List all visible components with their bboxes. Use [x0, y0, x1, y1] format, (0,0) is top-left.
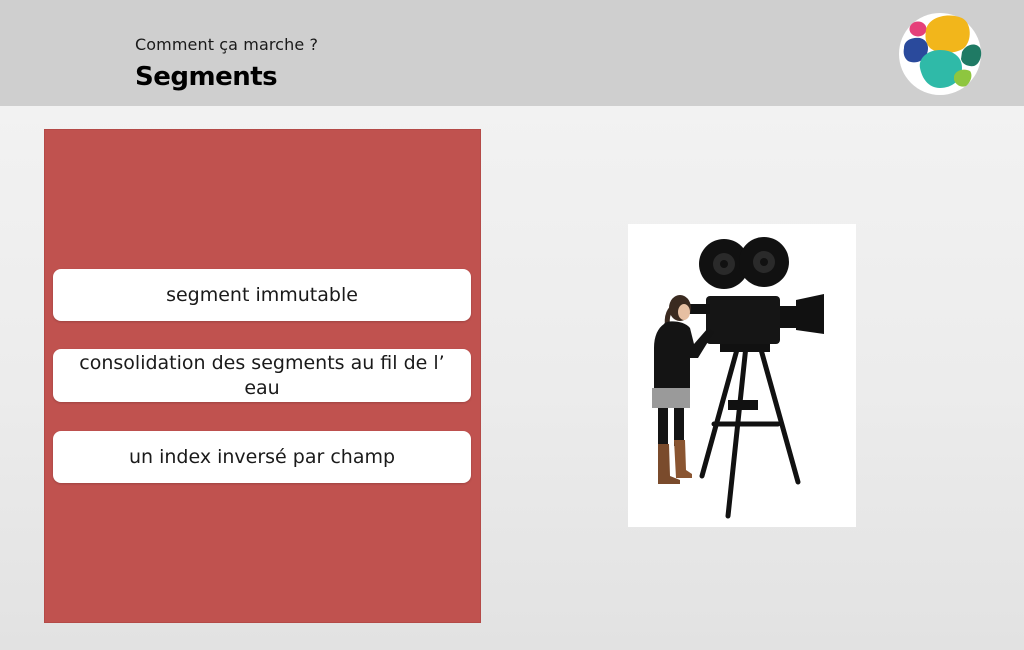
elastic-logo-icon — [892, 8, 988, 104]
film-camera-woman-icon — [628, 224, 856, 527]
segment-merge-card: consolidation des segments au fil de l’ … — [53, 349, 471, 402]
header-bar: Comment ça marche ? Segments — [0, 0, 1024, 106]
header-subtitle: Comment ça marche ? — [135, 35, 319, 54]
segments-panel: segment immutable consolidation des segm… — [44, 129, 481, 623]
page-title: Segments — [135, 62, 278, 92]
segment-immutable-card: segment immutable — [53, 269, 471, 321]
inverted-index-card: un index inversé par champ — [53, 431, 471, 483]
